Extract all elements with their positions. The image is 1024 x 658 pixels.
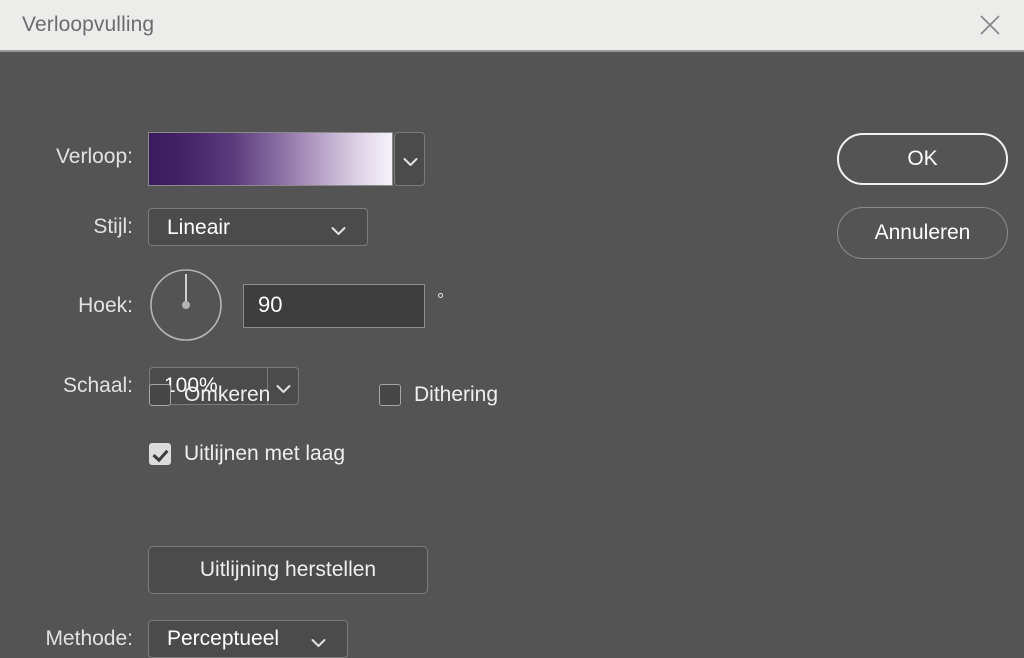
dithering-label: Dithering [414, 383, 499, 406]
angle-dial-icon[interactable] [149, 268, 223, 342]
scale-dropdown-button[interactable] [268, 367, 299, 405]
angle-label: Hoek: [78, 294, 133, 317]
chevron-down-icon [331, 223, 346, 241]
dialog-body: Verloop: Stijl: Lineair Hoek: 90 ° Schaa… [0, 52, 1024, 658]
ok-button[interactable]: OK [837, 133, 1008, 185]
dithering-checkbox-row[interactable]: Dithering [379, 383, 498, 407]
gradient-label: Verloop: [55, 145, 133, 168]
method-value: Perceptueel [167, 627, 280, 650]
close-icon [979, 14, 1001, 36]
degree-unit: ° [437, 290, 445, 310]
angle-input[interactable]: 90 [243, 284, 425, 328]
reverse-checkbox[interactable] [149, 384, 171, 406]
align-with-layer-checkbox-row[interactable]: Uitlijnen met laag [149, 442, 345, 466]
dithering-checkbox[interactable] [379, 384, 401, 406]
style-label: Stijl: [93, 215, 133, 238]
reverse-checkbox-row[interactable]: Omkeren [149, 383, 270, 407]
scale-label: Schaal: [62, 374, 133, 397]
reverse-label: Omkeren [184, 383, 271, 406]
window-title: Verloopvulling [22, 13, 155, 36]
cancel-label: Annuleren [874, 221, 971, 244]
title-bar: Verloopvulling [0, 0, 1024, 52]
chevron-down-icon [276, 381, 291, 399]
gradient-preview[interactable] [148, 132, 393, 186]
align-with-layer-label: Uitlijnen met laag [184, 442, 346, 465]
method-dropdown[interactable]: Perceptueel [148, 620, 348, 658]
style-dropdown[interactable]: Lineair [148, 208, 368, 246]
gradient-dropdown-button[interactable] [394, 132, 425, 186]
reset-alignment-label: Uitlijning herstellen [199, 558, 377, 581]
chevron-down-icon [403, 154, 418, 172]
align-with-layer-checkbox[interactable] [149, 443, 171, 465]
ok-label: OK [907, 147, 938, 170]
style-value: Lineair [167, 216, 231, 239]
cancel-button[interactable]: Annuleren [837, 207, 1008, 259]
chevron-down-icon [311, 635, 326, 653]
angle-value: 90 [258, 292, 283, 317]
close-button[interactable] [962, 0, 1018, 50]
method-label: Methode: [45, 627, 133, 650]
reset-alignment-button[interactable]: Uitlijning herstellen [148, 546, 428, 594]
